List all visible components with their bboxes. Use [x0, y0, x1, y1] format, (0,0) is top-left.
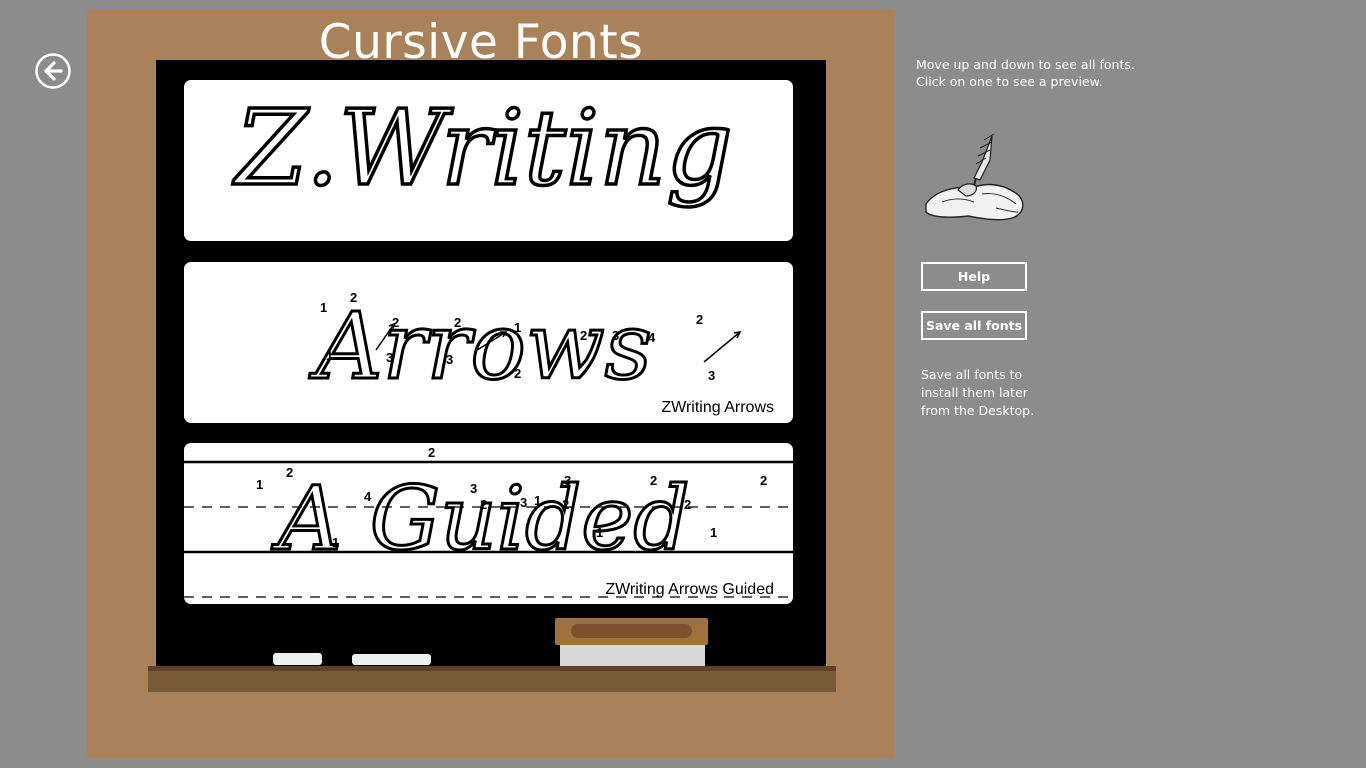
svg-text:1: 1 [332, 535, 339, 550]
preview-text: Z.Writing [232, 87, 732, 209]
svg-text:1: 1 [514, 320, 521, 335]
save-note-line: Save all fonts to [921, 367, 1023, 382]
svg-text:3: 3 [612, 328, 619, 343]
eraser-felt [560, 645, 705, 666]
eraser-grip [571, 624, 692, 638]
font-card-zwriting[interactable]: Z.Writing [184, 80, 793, 241]
back-button[interactable] [35, 53, 71, 89]
svg-text:1: 1 [256, 477, 263, 492]
font-preview-arrows: Arrows 211 232 312 234 23 ZWriting Arrow… [307, 290, 774, 416]
svg-text:2: 2 [480, 497, 487, 512]
svg-text:1: 1 [326, 348, 333, 363]
svg-text:1: 1 [534, 493, 541, 508]
svg-text:3: 3 [708, 368, 715, 383]
svg-text:4: 4 [364, 489, 372, 504]
font-card-arrows[interactable]: Arrows 211 232 312 234 23 ZWriting Arrow… [184, 262, 793, 423]
back-arrow-icon [35, 53, 71, 89]
instruction-line: Click on one to see a preview. [916, 74, 1103, 89]
svg-text:3: 3 [386, 350, 393, 365]
preview-text: Arrows [308, 293, 652, 400]
chalk-piece [273, 653, 322, 665]
svg-text:3: 3 [520, 495, 527, 510]
font-preview-zwriting: Z.Writing [231, 85, 735, 211]
help-button[interactable]: Help [921, 262, 1027, 291]
svg-text:2: 2 [562, 497, 569, 512]
svg-text:2: 2 [650, 473, 657, 488]
svg-text:2: 2 [454, 315, 461, 330]
svg-text:2: 2 [696, 312, 703, 327]
font-card-arrows-guided[interactable]: A Guided 212 413 231 322 212 1 ZWriting … [184, 443, 793, 604]
save-all-fonts-button[interactable]: Save all fonts [921, 311, 1027, 340]
chalkboard: Z.Writing Arrows 211 232 312 234 23 ZWri… [156, 60, 826, 672]
svg-text:2: 2 [514, 366, 521, 381]
font-preview-arrows-guided: A Guided 212 413 231 322 212 1 ZWriting … [184, 445, 793, 598]
chalk-piece [352, 654, 431, 665]
svg-text:3: 3 [564, 473, 571, 488]
svg-text:2: 2 [580, 328, 587, 343]
font-board: Cursive Fonts Z.Writing Arrows 211 232 3… [87, 9, 895, 758]
instructions: Move up and down to see all fonts. Click… [916, 56, 1176, 90]
svg-text:1: 1 [596, 525, 603, 540]
svg-text:2: 2 [684, 497, 691, 512]
save-note-line: install them later [921, 385, 1028, 400]
eraser [555, 618, 708, 645]
save-note-line: from the Desktop. [921, 403, 1035, 418]
quill-hand-icon [922, 132, 1028, 224]
preview-text: A Guided [271, 467, 689, 570]
svg-text:2: 2 [760, 473, 767, 488]
svg-text:4: 4 [648, 330, 656, 345]
font-name: ZWriting Arrows Guided [605, 581, 774, 598]
font-name: ZWriting Arrows [661, 399, 774, 416]
svg-text:2: 2 [286, 465, 293, 480]
svg-text:1: 1 [710, 525, 717, 540]
svg-text:2: 2 [428, 445, 435, 460]
save-note: Save all fonts to install them later fro… [921, 366, 1061, 420]
chalk-ledge-edge [148, 666, 836, 671]
svg-text:3: 3 [470, 481, 477, 496]
instruction-line: Move up and down to see all fonts. [916, 57, 1135, 72]
svg-text:3: 3 [446, 352, 453, 367]
svg-text:2: 2 [350, 290, 357, 305]
svg-text:1: 1 [320, 300, 327, 315]
